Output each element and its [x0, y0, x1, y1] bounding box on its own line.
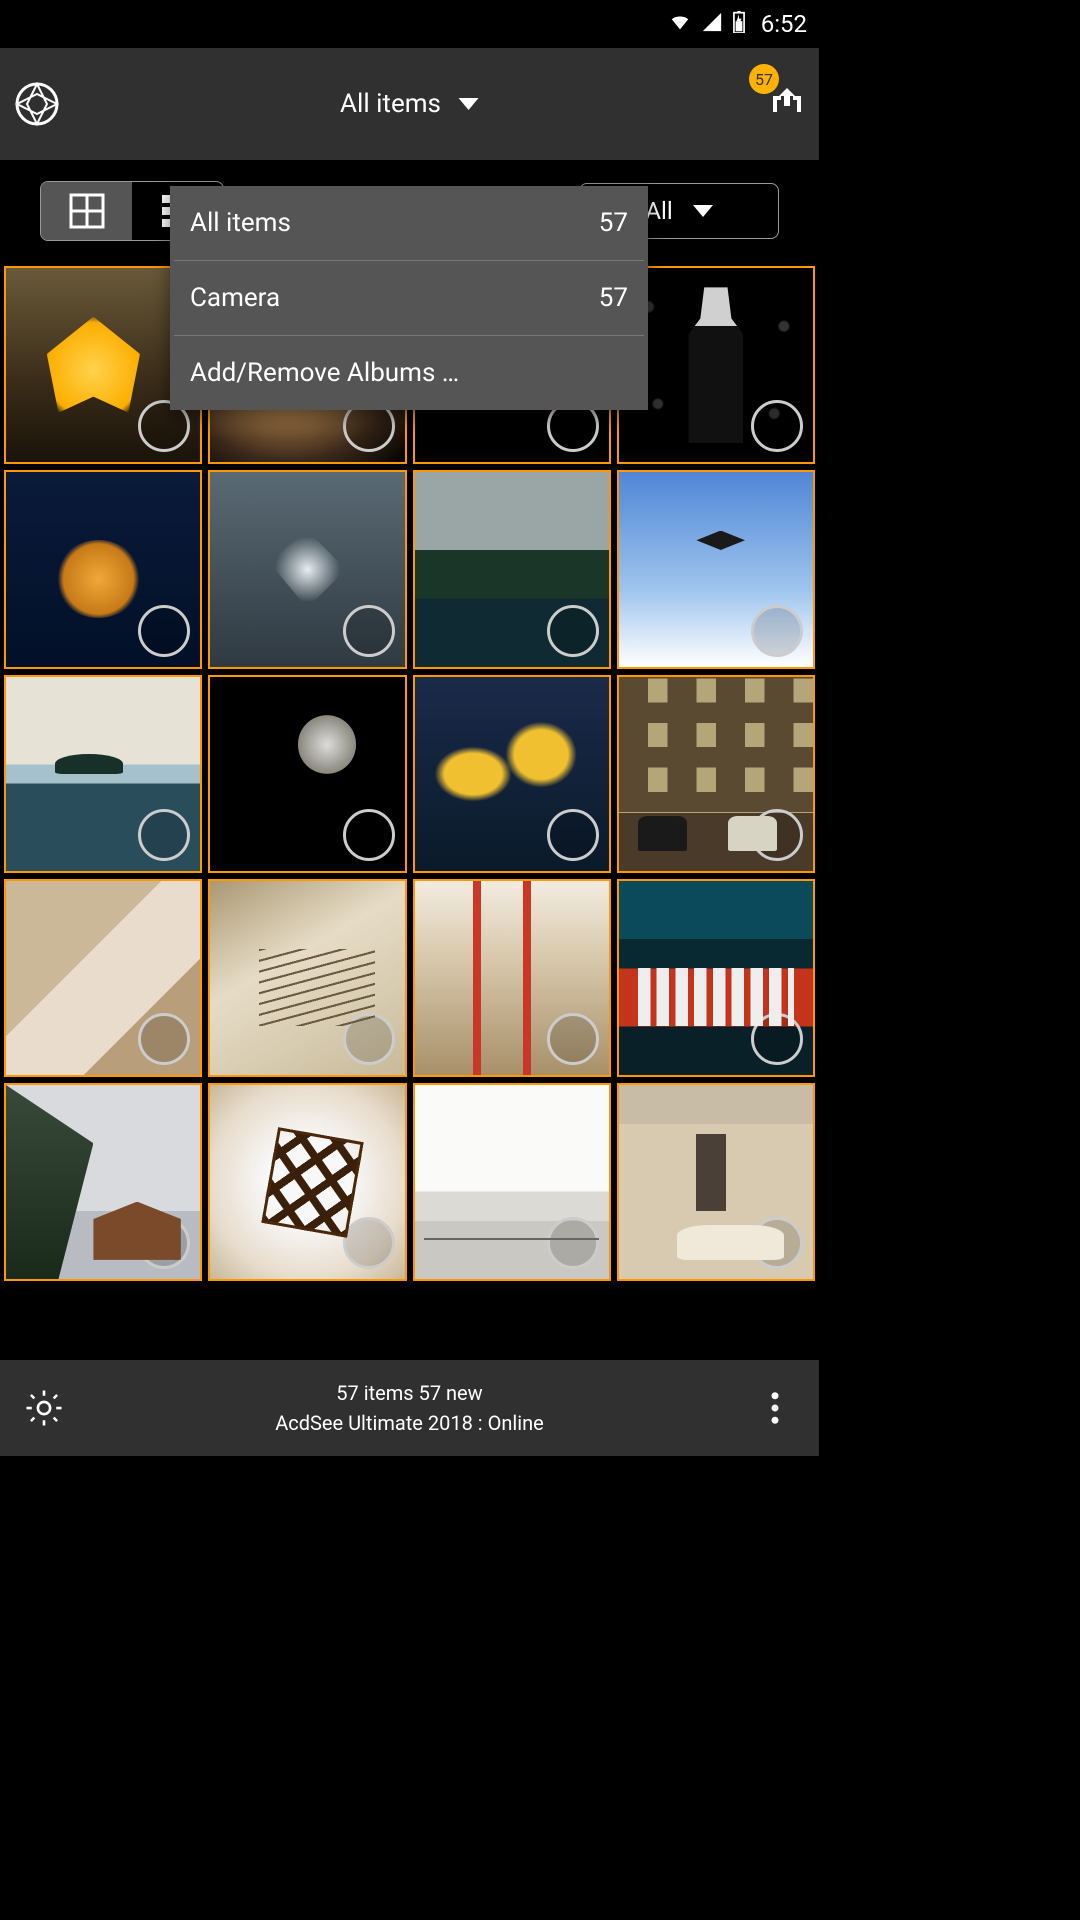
photo-thumbnail[interactable] [413, 470, 611, 668]
photo-thumbnail[interactable] [208, 675, 406, 873]
grid-large-icon [67, 191, 107, 231]
photo-thumbnail[interactable] [208, 1083, 406, 1281]
photo-thumbnail[interactable] [617, 470, 815, 668]
select-circle-icon[interactable] [751, 400, 803, 452]
chevron-down-icon [459, 98, 479, 110]
status-line-2: AcdSee Ultimate 2018 : Online [76, 1408, 743, 1438]
photo-thumbnail[interactable] [617, 879, 815, 1077]
select-circle-icon[interactable] [343, 1013, 395, 1065]
photo-thumbnail[interactable] [4, 1083, 202, 1281]
filter-label: All [645, 197, 672, 225]
more-button[interactable] [743, 1376, 807, 1440]
status-time: 6:52 [761, 10, 807, 38]
photo-thumbnail[interactable] [4, 470, 202, 668]
photo-thumbnail[interactable] [617, 1083, 815, 1281]
wifi-icon [667, 11, 693, 37]
photo-thumbnail[interactable] [4, 675, 202, 873]
bottom-bar: 57 items 57 new AcdSee Ultimate 2018 : O… [0, 1360, 819, 1456]
dropdown-item-label: Add/Remove Albums … [190, 358, 459, 388]
select-circle-icon[interactable] [343, 1217, 395, 1269]
select-circle-icon[interactable] [138, 1013, 190, 1065]
settings-button[interactable] [12, 1376, 76, 1440]
photo-thumbnail[interactable] [413, 879, 611, 1077]
photo-thumbnail[interactable] [208, 879, 406, 1077]
chevron-down-icon [693, 205, 713, 217]
status-line-1: 57 items 57 new [76, 1378, 743, 1408]
app-logo-icon [12, 79, 62, 129]
select-circle-icon[interactable] [751, 809, 803, 861]
status-text: 57 items 57 new AcdSee Ultimate 2018 : O… [76, 1378, 743, 1438]
app-header: All items 57 [0, 48, 819, 160]
more-vert-icon [754, 1387, 796, 1429]
gear-icon [23, 1387, 65, 1429]
album-dropdown-label: All items [340, 89, 441, 119]
dropdown-item-all-items[interactable]: All items 57 [170, 186, 648, 260]
photo-thumbnail[interactable] [617, 675, 815, 873]
dropdown-item-add-remove[interactable]: Add/Remove Albums … [170, 336, 648, 410]
album-dropdown-trigger[interactable]: All items [340, 89, 479, 119]
select-circle-icon[interactable] [343, 605, 395, 657]
select-circle-icon[interactable] [138, 1217, 190, 1269]
dropdown-item-camera[interactable]: Camera 57 [170, 261, 648, 335]
battery-icon [731, 11, 747, 37]
upload-button[interactable]: 57 [767, 82, 807, 126]
dropdown-item-count: 57 [599, 283, 628, 313]
photo-thumbnail[interactable] [208, 470, 406, 668]
signal-icon [701, 11, 723, 37]
photo-grid [0, 262, 819, 1360]
status-bar: 6:52 [0, 0, 819, 48]
select-circle-icon[interactable] [751, 1013, 803, 1065]
photo-thumbnail[interactable] [413, 675, 611, 873]
select-circle-icon[interactable] [138, 809, 190, 861]
select-circle-icon[interactable] [547, 809, 599, 861]
select-circle-icon[interactable] [751, 605, 803, 657]
view-mode-grid-large[interactable] [41, 182, 132, 240]
upload-badge: 57 [749, 64, 779, 94]
photo-thumbnail[interactable] [413, 1083, 611, 1281]
select-circle-icon[interactable] [547, 1217, 599, 1269]
select-circle-icon[interactable] [343, 809, 395, 861]
select-circle-icon[interactable] [547, 605, 599, 657]
album-dropdown-menu: All items 57 Camera 57 Add/Remove Albums… [170, 186, 648, 410]
select-circle-icon[interactable] [751, 1217, 803, 1269]
select-circle-icon[interactable] [138, 605, 190, 657]
dropdown-item-count: 57 [599, 208, 628, 238]
photo-thumbnail[interactable] [4, 879, 202, 1077]
dropdown-item-label: Camera [190, 283, 280, 313]
select-circle-icon[interactable] [547, 1013, 599, 1065]
dropdown-item-label: All items [190, 208, 291, 238]
